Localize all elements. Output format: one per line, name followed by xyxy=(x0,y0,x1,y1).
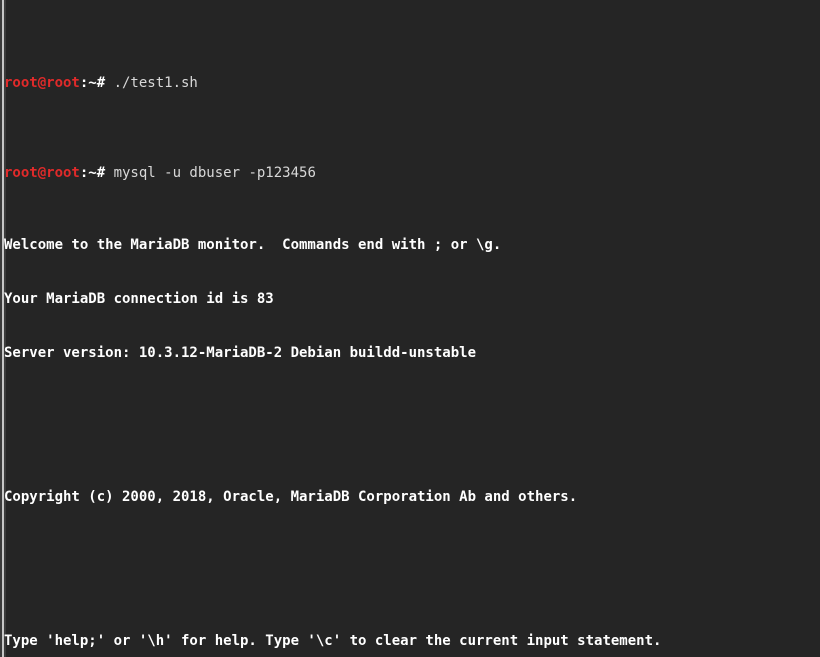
mariadb-copyright-line: Copyright (c) 2000, 2018, Oracle, MariaD… xyxy=(4,489,578,505)
shell-command-line: root@root:~# ./test1.sh xyxy=(4,74,820,92)
shell-command-text: mysql -u dbuser -p123456 xyxy=(113,165,316,181)
shell-command-text: ./test1.sh xyxy=(113,75,198,91)
mariadb-welcome-line: Welcome to the MariaDB monitor. Commands… xyxy=(4,237,502,253)
terminal-window: root@root:~# ./test1.sh root@root:~# mys… xyxy=(0,0,820,657)
shell-command-line: root@root:~# mysql -u dbuser -p123456 xyxy=(4,164,820,182)
prompt-path: :~# xyxy=(79,165,114,181)
mariadb-connection-id-line: Your MariaDB connection id is 83 xyxy=(4,291,274,307)
mariadb-help-hint-line: Type 'help;' or '\h' for help. Type '\c'… xyxy=(4,633,662,649)
prompt-path: :~# xyxy=(79,75,114,91)
prompt-user: root@root xyxy=(4,165,80,181)
terminal-screen[interactable]: root@root:~# ./test1.sh root@root:~# mys… xyxy=(4,0,820,657)
mariadb-server-version-line: Server version: 10.3.12-MariaDB-2 Debian… xyxy=(4,345,477,361)
prompt-user: root@root xyxy=(4,75,80,91)
